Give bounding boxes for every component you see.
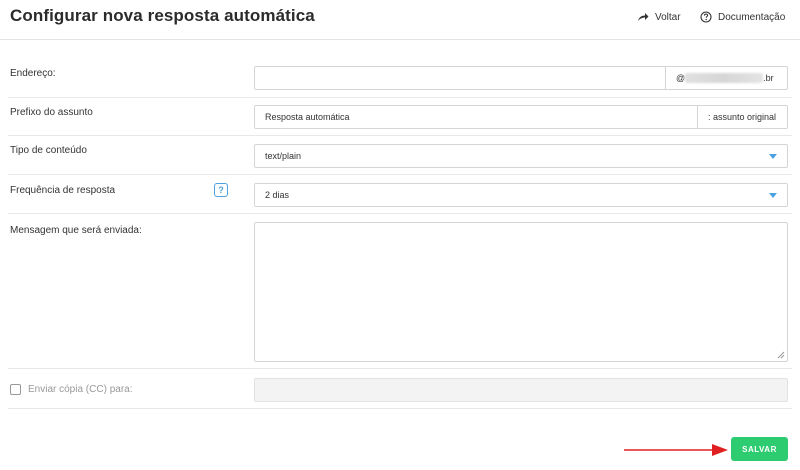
message-textarea[interactable] xyxy=(254,222,788,362)
content-type-select[interactable]: text/plain xyxy=(254,144,788,168)
domain-addon: @ .br xyxy=(665,67,787,89)
subject-prefix-value: Resposta automática xyxy=(265,112,350,122)
share-arrow-icon xyxy=(638,13,649,21)
address-label: Endereço: xyxy=(10,68,56,79)
caret-down-icon xyxy=(769,193,777,198)
resize-grip-icon[interactable] xyxy=(777,351,785,359)
red-arrow-icon xyxy=(624,444,728,456)
message-label: Mensagem que será enviada: xyxy=(10,225,142,236)
domain-suffix: .br xyxy=(763,73,774,83)
cc-input[interactable] xyxy=(254,378,788,402)
save-button[interactable]: SALVAR xyxy=(731,437,788,461)
subject-suffix-addon: : assunto original xyxy=(697,106,787,128)
frequency-select[interactable]: 2 dias xyxy=(254,183,788,207)
question-circle-icon xyxy=(700,11,712,23)
page-title: Configurar nova resposta automática xyxy=(10,6,315,25)
content-type-label: Tipo de conteúdo xyxy=(10,145,87,156)
caret-down-icon xyxy=(769,154,777,159)
address-field[interactable]: @ .br xyxy=(254,66,788,90)
page-header: Configurar nova resposta automática Volt… xyxy=(0,0,800,40)
documentation-link[interactable]: Documentação xyxy=(700,11,785,23)
frequency-label: Frequência de resposta xyxy=(10,185,116,196)
cc-checkbox[interactable] xyxy=(10,384,21,395)
subject-prefix-input[interactable]: Resposta automática : assunto original xyxy=(254,105,788,129)
domain-redacted xyxy=(685,73,764,83)
subject-prefix-label: Prefixo do assunto xyxy=(10,107,93,118)
cc-label: Enviar cópia (CC) para: xyxy=(28,384,133,395)
help-icon[interactable]: ? xyxy=(214,183,228,197)
back-label: Voltar xyxy=(655,11,681,23)
frequency-value: 2 dias xyxy=(265,190,290,200)
domain-prefix: @ xyxy=(676,73,686,83)
docs-label: Documentação xyxy=(718,11,786,23)
content-type-value: text/plain xyxy=(265,151,302,161)
back-link[interactable]: Voltar xyxy=(637,11,681,23)
